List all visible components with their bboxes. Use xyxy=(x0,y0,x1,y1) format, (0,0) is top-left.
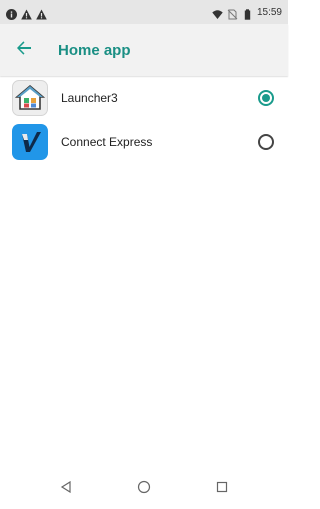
wifi-icon xyxy=(212,7,223,19)
recents-square-icon xyxy=(216,480,228,498)
list-item-launcher3[interactable]: Launcher3 xyxy=(0,76,288,120)
connect-express-v-icon xyxy=(12,124,48,160)
nav-home-button[interactable] xyxy=(134,479,154,499)
info-icon xyxy=(6,7,17,20)
back-triangle-icon xyxy=(60,480,72,498)
page-title: Home app xyxy=(58,41,131,59)
arrow-back-icon xyxy=(16,40,32,61)
status-bar: 15:59 xyxy=(0,0,288,24)
home-circle-icon xyxy=(137,480,151,499)
warning-icon xyxy=(21,7,32,19)
app-bar: Home app xyxy=(0,24,288,76)
launcher3-house-icon xyxy=(12,80,48,116)
app-label: Connect Express xyxy=(61,135,153,149)
back-button[interactable] xyxy=(0,24,48,76)
nav-recents-button[interactable] xyxy=(212,479,232,499)
radio-checked-dot xyxy=(262,94,270,102)
app-label: Launcher3 xyxy=(61,91,118,105)
radio-launcher3[interactable] xyxy=(258,90,274,106)
nav-back-button[interactable] xyxy=(56,479,76,499)
status-left-icons xyxy=(6,7,47,20)
radio-connect-express[interactable] xyxy=(258,134,274,150)
battery-icon xyxy=(242,7,253,20)
warning-icon xyxy=(36,7,47,19)
home-app-list: Launcher3 Connect Express xyxy=(0,76,288,164)
navigation-bar xyxy=(0,469,288,509)
status-right-icons: 15:59 xyxy=(212,6,282,20)
no-sim-icon xyxy=(227,7,238,19)
status-time: 15:59 xyxy=(256,6,282,18)
list-item-connect-express[interactable]: Connect Express xyxy=(0,120,288,164)
